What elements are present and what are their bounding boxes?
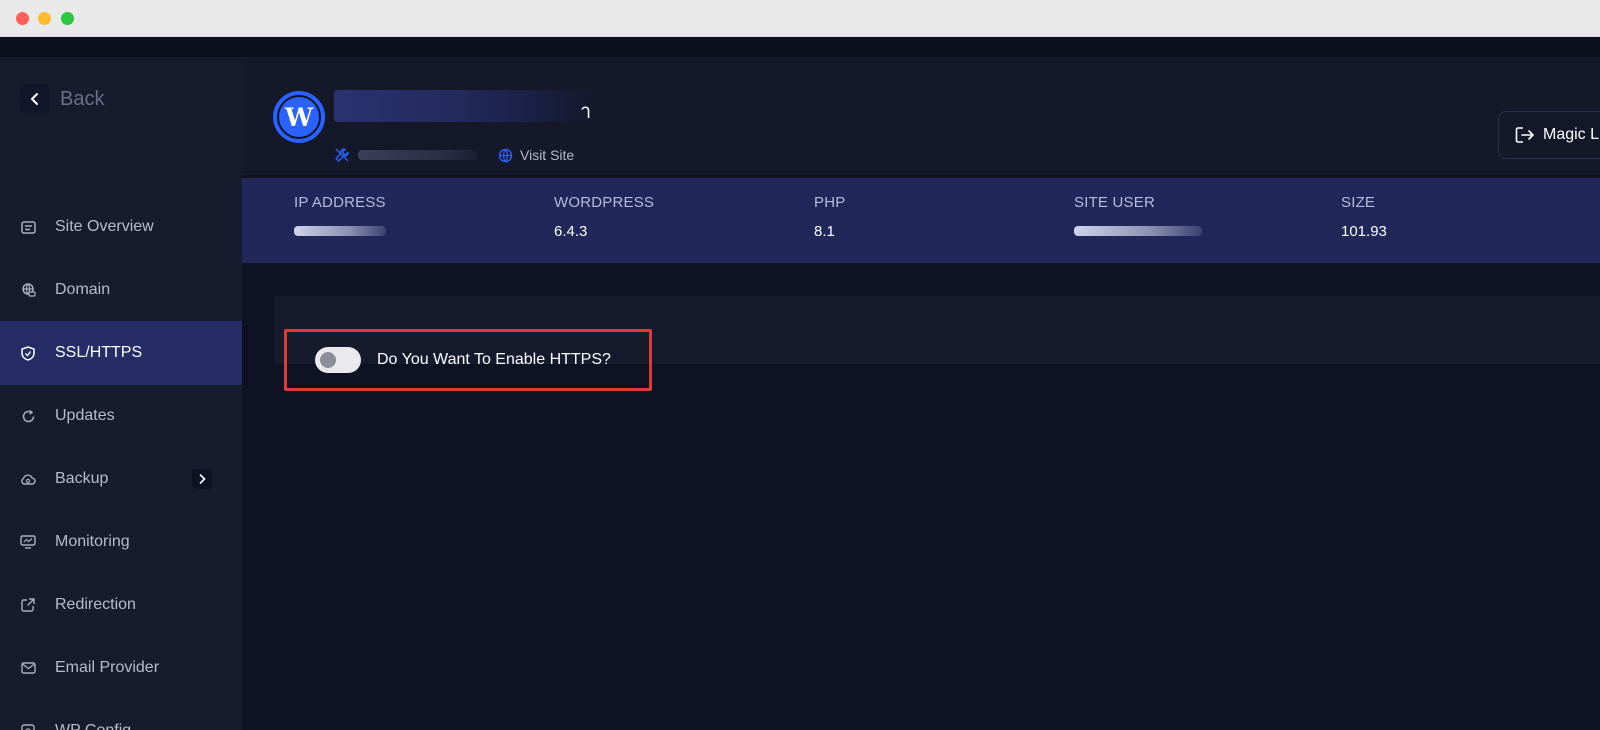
config-icon <box>20 723 36 730</box>
monitor-icon <box>20 534 36 550</box>
sidebar-item-domain[interactable]: Domain <box>0 258 242 322</box>
site-info-bar: IP ADDRESS WORDPRESS 6.4.3 PHP 8.1 SITE … <box>242 178 1600 263</box>
site-overview-icon <box>20 219 36 235</box>
close-window-button[interactable] <box>16 12 29 25</box>
site-header: W า Visit Site Magic L <box>242 57 1600 175</box>
sidebar-item-backup[interactable]: Backup <box>0 447 242 511</box>
wrench-icon <box>334 147 350 163</box>
minimize-window-button[interactable] <box>38 12 51 25</box>
size-value: 101.93 <box>1341 223 1387 240</box>
site-user-value <box>1074 223 1202 241</box>
wordpress-version: 6.4.3 <box>554 223 588 240</box>
size-label: SIZE <box>1341 194 1376 211</box>
size-info: SIZE 101.93 <box>1341 194 1387 241</box>
globe-icon <box>498 148 513 163</box>
visit-site-label: Visit Site <box>520 147 575 163</box>
chevron-right-icon[interactable] <box>192 469 212 489</box>
sidebar-item-label: Email Provider <box>55 659 160 676</box>
login-arrow-icon <box>1515 126 1535 144</box>
sidebar-item-email-provider[interactable]: Email Provider <box>0 636 242 700</box>
php-info: PHP 8.1 <box>814 194 845 241</box>
sidebar-item-site-overview[interactable]: Site Overview <box>0 195 242 259</box>
site-domain-redacted <box>358 150 478 160</box>
back-button[interactable]: Back <box>20 84 104 114</box>
sidebar-item-label: Monitoring <box>55 533 130 550</box>
sidebar-item-ssl-https[interactable]: SSL/HTTPS <box>0 321 242 385</box>
mail-icon <box>20 660 36 676</box>
zoom-window-button[interactable] <box>61 12 74 25</box>
ip-address-value <box>294 223 386 241</box>
sidebar-item-label: Domain <box>55 281 111 298</box>
top-band <box>0 37 1600 57</box>
https-toggle-highlight: Do You Want To Enable HTTPS? <box>284 329 652 391</box>
php-version: 8.1 <box>814 223 835 240</box>
wordpress-logo-icon: W <box>273 91 325 143</box>
site-user-label: SITE USER <box>1074 194 1155 211</box>
ip-address-label: IP ADDRESS <box>294 194 386 211</box>
backup-icon <box>20 471 36 487</box>
sidebar-item-label: Redirection <box>55 596 136 613</box>
sidebar: Back Site Overview Domain SSL/HTTPS Upda… <box>0 57 242 730</box>
toggle-knob <box>320 352 336 368</box>
wordpress-label: WORDPRESS <box>554 194 655 211</box>
https-toggle[interactable] <box>315 347 361 373</box>
back-label: Back <box>60 87 105 110</box>
site-user-info: SITE USER <box>1074 194 1202 241</box>
site-title-redacted <box>334 90 596 122</box>
https-toggle-label: Do You Want To Enable HTTPS? <box>377 351 611 368</box>
refresh-icon <box>20 408 36 424</box>
ip-address-info: IP ADDRESS <box>294 194 386 241</box>
external-link-icon <box>20 597 36 613</box>
sidebar-item-redirection[interactable]: Redirection <box>0 573 242 637</box>
ip-address-redacted <box>294 226 386 236</box>
sidebar-item-updates[interactable]: Updates <box>0 384 242 448</box>
site-user-redacted <box>1074 226 1202 236</box>
sidebar-item-label: Site Overview <box>55 218 154 235</box>
php-label: PHP <box>814 194 846 211</box>
title-bar <box>0 0 1600 37</box>
wordpress-info: WORDPRESS 6.4.3 <box>554 194 654 241</box>
site-title: า <box>580 101 592 123</box>
sidebar-item-monitoring[interactable]: Monitoring <box>0 510 242 574</box>
browser-window: Back Site Overview Domain SSL/HTTPS Upda… <box>0 0 1600 730</box>
sidebar-item-wp-config[interactable]: WP Config <box>0 699 242 730</box>
magic-login-button[interactable]: Magic L <box>1498 111 1600 159</box>
visit-site-link[interactable]: Visit Site <box>498 147 574 163</box>
shield-icon <box>20 345 36 361</box>
sidebar-item-label: Updates <box>55 407 115 424</box>
app-body: Back Site Overview Domain SSL/HTTPS Upda… <box>0 37 1600 730</box>
sidebar-item-label: Backup <box>55 470 109 487</box>
sidebar-item-label: SSL/HTTPS <box>55 344 143 361</box>
back-arrow-icon <box>20 84 50 114</box>
domain-icon <box>20 282 36 298</box>
magic-login-label: Magic L <box>1543 126 1600 143</box>
sidebar-item-label: WP Config <box>55 722 131 730</box>
site-subinfo: Visit Site <box>334 147 574 163</box>
